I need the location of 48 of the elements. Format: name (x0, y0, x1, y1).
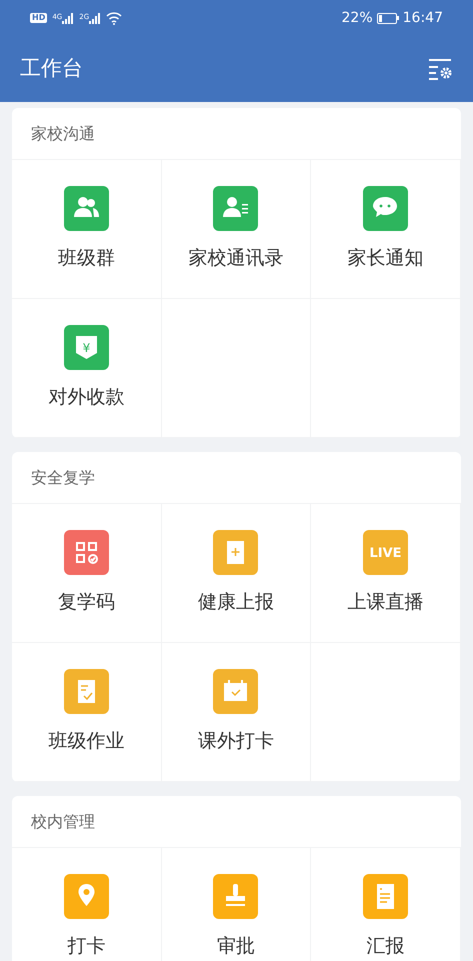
app-tile[interactable]: 班级作业 (12, 643, 162, 782)
app-tile[interactable]: 打卡 (12, 848, 162, 961)
app-tile[interactable]: 汇报 (311, 848, 461, 961)
tile-label: 班级群 (58, 247, 115, 269)
wifi-icon (106, 12, 122, 24)
report-icon (363, 874, 408, 919)
app-tile[interactable]: 复学码 (12, 504, 162, 643)
tile-label: 家校通讯录 (188, 247, 284, 269)
tile-label: 健康上报 (198, 591, 274, 613)
section-title: 校内管理 (31, 810, 95, 832)
tile-label: 打卡 (67, 935, 106, 957)
health-icon (213, 530, 258, 575)
app-tile[interactable]: ¥ 对外收款 (12, 299, 162, 438)
payment-icon: ¥ (64, 325, 109, 370)
battery-icon (376, 12, 399, 24)
live-icon: LIVE (363, 530, 408, 575)
tile-label: 上课直播 (348, 591, 424, 613)
contacts-icon (213, 186, 258, 231)
tile-label: 审批 (216, 935, 255, 957)
app-tile[interactable]: 健康上报 (162, 504, 312, 643)
homework-icon (64, 669, 109, 714)
chat-icon (363, 186, 408, 231)
section-title: 家校沟通 (31, 122, 95, 144)
tile-label: 课外打卡 (198, 730, 274, 752)
settings-icon[interactable] (429, 58, 453, 80)
signal-icon (62, 12, 74, 24)
tile-label: 汇报 (366, 935, 405, 957)
section-title: 安全复学 (31, 466, 95, 488)
group-icon (64, 186, 109, 231)
signal-icon (89, 12, 102, 24)
battery-percent: 22% (342, 8, 373, 28)
tile-label: 家长通知 (348, 247, 424, 269)
clock-time: 16:47 (402, 8, 443, 28)
qrcode-icon (64, 530, 109, 575)
app-tile[interactable]: 审批 (162, 848, 312, 961)
app-tile[interactable]: 班级群 (12, 160, 162, 299)
app-tile[interactable]: 家校通讯录 (162, 160, 312, 299)
tile-label: 对外收款 (48, 386, 124, 408)
app-tile[interactable]: 课外打卡 (162, 643, 312, 782)
tile-label: 复学码 (58, 591, 115, 613)
hd-badge: HD (30, 13, 48, 23)
app-tile[interactable]: LIVE 上课直播 (311, 504, 461, 643)
page-title: 工作台 (20, 55, 83, 82)
tile-label: 班级作业 (48, 730, 124, 752)
stamp-icon (213, 874, 258, 919)
calendar-icon (213, 669, 258, 714)
app-tile[interactable]: 家长通知 (311, 160, 461, 299)
location-icon (64, 874, 109, 919)
